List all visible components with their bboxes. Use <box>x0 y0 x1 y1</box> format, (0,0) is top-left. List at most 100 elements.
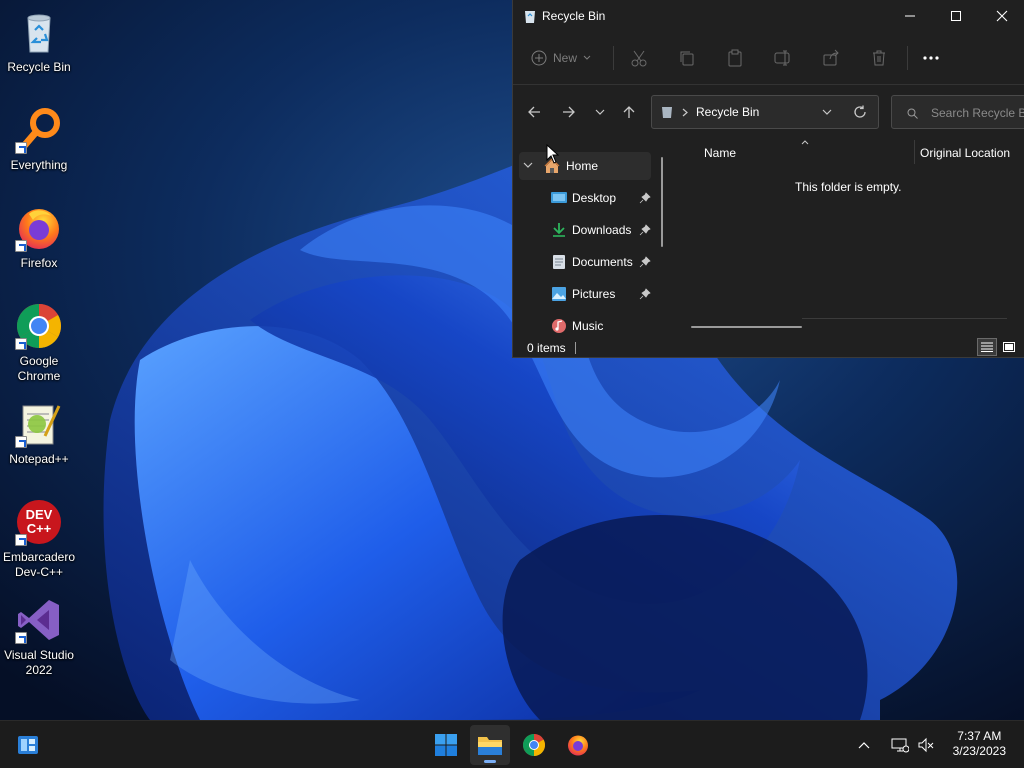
new-button[interactable]: New <box>531 46 591 70</box>
start-button[interactable] <box>426 725 466 765</box>
nav-item-desktop[interactable]: Desktop <box>519 184 651 212</box>
pin-icon <box>639 192 651 204</box>
recycle-bin-icon <box>525 11 535 23</box>
nav-item-documents[interactable]: Documents <box>519 248 651 276</box>
horizontal-scrollbar-thumb[interactable] <box>691 326 802 328</box>
nav-item-home[interactable]: Home <box>519 152 651 180</box>
pin-icon <box>639 224 651 236</box>
visual-studio-icon <box>15 596 63 644</box>
network-icon <box>891 738 909 753</box>
search-box[interactable]: Search Recycle Bin <box>891 95 1024 129</box>
pin-icon <box>639 288 651 300</box>
nav-item-pictures[interactable]: Pictures <box>519 280 651 308</box>
everything-search-icon <box>15 106 63 154</box>
desktop-icon-devcpp[interactable]: DEV C++ Embarcadero Dev-C++ <box>2 498 76 580</box>
cut-icon[interactable] <box>629 48 649 68</box>
mouse-cursor-icon <box>546 144 560 164</box>
desktop-icon-label: Visual Studio 2022 <box>4 648 74 677</box>
desktop-icon-notepad-plus-plus[interactable]: Notepad++ <box>2 400 76 467</box>
file-list[interactable]: Name Original Location This folder is em… <box>671 132 1024 337</box>
add-icon <box>531 50 547 66</box>
svg-text:DEV: DEV <box>26 507 53 522</box>
window-title: Recycle Bin <box>542 9 606 23</box>
refresh-icon[interactable] <box>853 105 867 119</box>
recycle-bin-icon <box>662 107 672 118</box>
desktop-folder-icon <box>551 192 567 203</box>
navigation-bar: Recycle Bin Search Recycle Bin <box>513 92 1024 132</box>
pin-icon <box>639 256 651 268</box>
minimize-button[interactable] <box>887 0 933 32</box>
back-button[interactable] <box>522 100 546 124</box>
copy-icon[interactable] <box>677 48 697 68</box>
desktop-icon-firefox[interactable]: Firefox <box>2 204 76 271</box>
taskbar: 7:37 AM 3/23/2023 <box>0 720 1024 768</box>
chevron-right-icon <box>682 108 688 117</box>
volume-button[interactable] <box>914 725 938 765</box>
column-divider[interactable] <box>914 140 915 164</box>
share-icon[interactable] <box>821 48 841 68</box>
details-view-icon <box>981 342 993 352</box>
desktop-icon-label: Recycle Bin <box>7 60 71 74</box>
desktop-icon-label: Firefox <box>20 256 58 270</box>
file-explorer-window[interactable]: Recycle Bin New Recycle Bin Search Recyc… <box>512 0 1024 358</box>
toolbar-divider <box>907 46 908 70</box>
pictures-folder-icon <box>552 287 566 301</box>
arrow-left-icon <box>528 106 540 118</box>
devcpp-icon: DEV C++ <box>15 498 63 546</box>
chevron-down-icon[interactable] <box>822 109 832 117</box>
widgets-icon <box>18 736 38 754</box>
title-bar[interactable]: Recycle Bin <box>513 0 1024 32</box>
chrome-taskbar-button[interactable] <box>514 725 554 765</box>
address-bar[interactable]: Recycle Bin <box>651 95 879 129</box>
file-explorer-icon <box>478 737 502 755</box>
chevron-down-icon <box>595 109 605 115</box>
desktop-icon-google-chrome[interactable]: Google Chrome <box>2 302 76 384</box>
details-view-button[interactable] <box>977 338 997 356</box>
nav-item-label: Pictures <box>572 287 616 301</box>
up-button[interactable] <box>617 100 641 124</box>
nav-item-music[interactable]: Music <box>519 312 651 336</box>
desktop-icon-recycle-bin[interactable]: Recycle Bin <box>2 8 76 75</box>
more-options-icon[interactable] <box>921 48 941 68</box>
show-hidden-icons-button[interactable] <box>852 725 876 765</box>
downloads-folder-icon <box>553 223 565 237</box>
nav-item-label: Home <box>566 159 599 173</box>
firefox-icon <box>568 735 588 756</box>
clock-date: 3/23/2023 <box>952 744 1006 758</box>
firefox-taskbar-button[interactable] <box>558 725 598 765</box>
widgets-button[interactable] <box>8 725 48 765</box>
address-path: Recycle Bin <box>696 105 760 119</box>
firefox-icon <box>15 204 63 252</box>
clock-time: 7:37 AM <box>957 729 1002 743</box>
recent-locations-button[interactable] <box>588 100 612 124</box>
navigation-pane-scrollbar[interactable] <box>661 157 663 247</box>
svg-text:C++: C++ <box>27 521 52 536</box>
rename-icon[interactable] <box>773 48 793 68</box>
desktop-icon-visual-studio[interactable]: Visual Studio 2022 <box>2 596 76 678</box>
divider <box>513 84 1024 85</box>
column-header-name[interactable]: Name <box>704 146 736 160</box>
arrow-up-icon <box>623 106 635 118</box>
desktop-icon-everything[interactable]: Everything <box>2 106 76 173</box>
column-header-original-location[interactable]: Original Location <box>920 146 1010 160</box>
close-button[interactable] <box>979 0 1024 32</box>
nav-item-downloads[interactable]: Downloads <box>519 216 651 244</box>
maximize-icon <box>951 11 961 21</box>
network-status-button[interactable] <box>888 725 912 765</box>
navigation-pane: Home Desktop Downloads Documents Picture… <box>513 146 665 336</box>
maximize-button[interactable] <box>933 0 979 32</box>
desktop-icon-label: Embarcadero Dev-C++ <box>2 550 76 579</box>
shortcut-arrow-icon <box>15 436 27 448</box>
nav-item-label: Downloads <box>572 223 632 237</box>
paste-icon[interactable] <box>725 48 745 68</box>
clock[interactable]: 7:37 AM 3/23/2023 <box>953 729 1006 759</box>
forward-button[interactable] <box>557 100 581 124</box>
notepad-plus-plus-icon <box>15 400 63 448</box>
music-folder-icon <box>552 319 566 333</box>
delete-icon[interactable] <box>869 48 889 68</box>
large-icons-view-button[interactable] <box>999 338 1019 356</box>
shortcut-arrow-icon <box>15 338 27 350</box>
file-explorer-taskbar-button[interactable] <box>470 725 510 765</box>
minimize-icon <box>905 15 915 17</box>
windows-logo-icon <box>435 734 457 756</box>
